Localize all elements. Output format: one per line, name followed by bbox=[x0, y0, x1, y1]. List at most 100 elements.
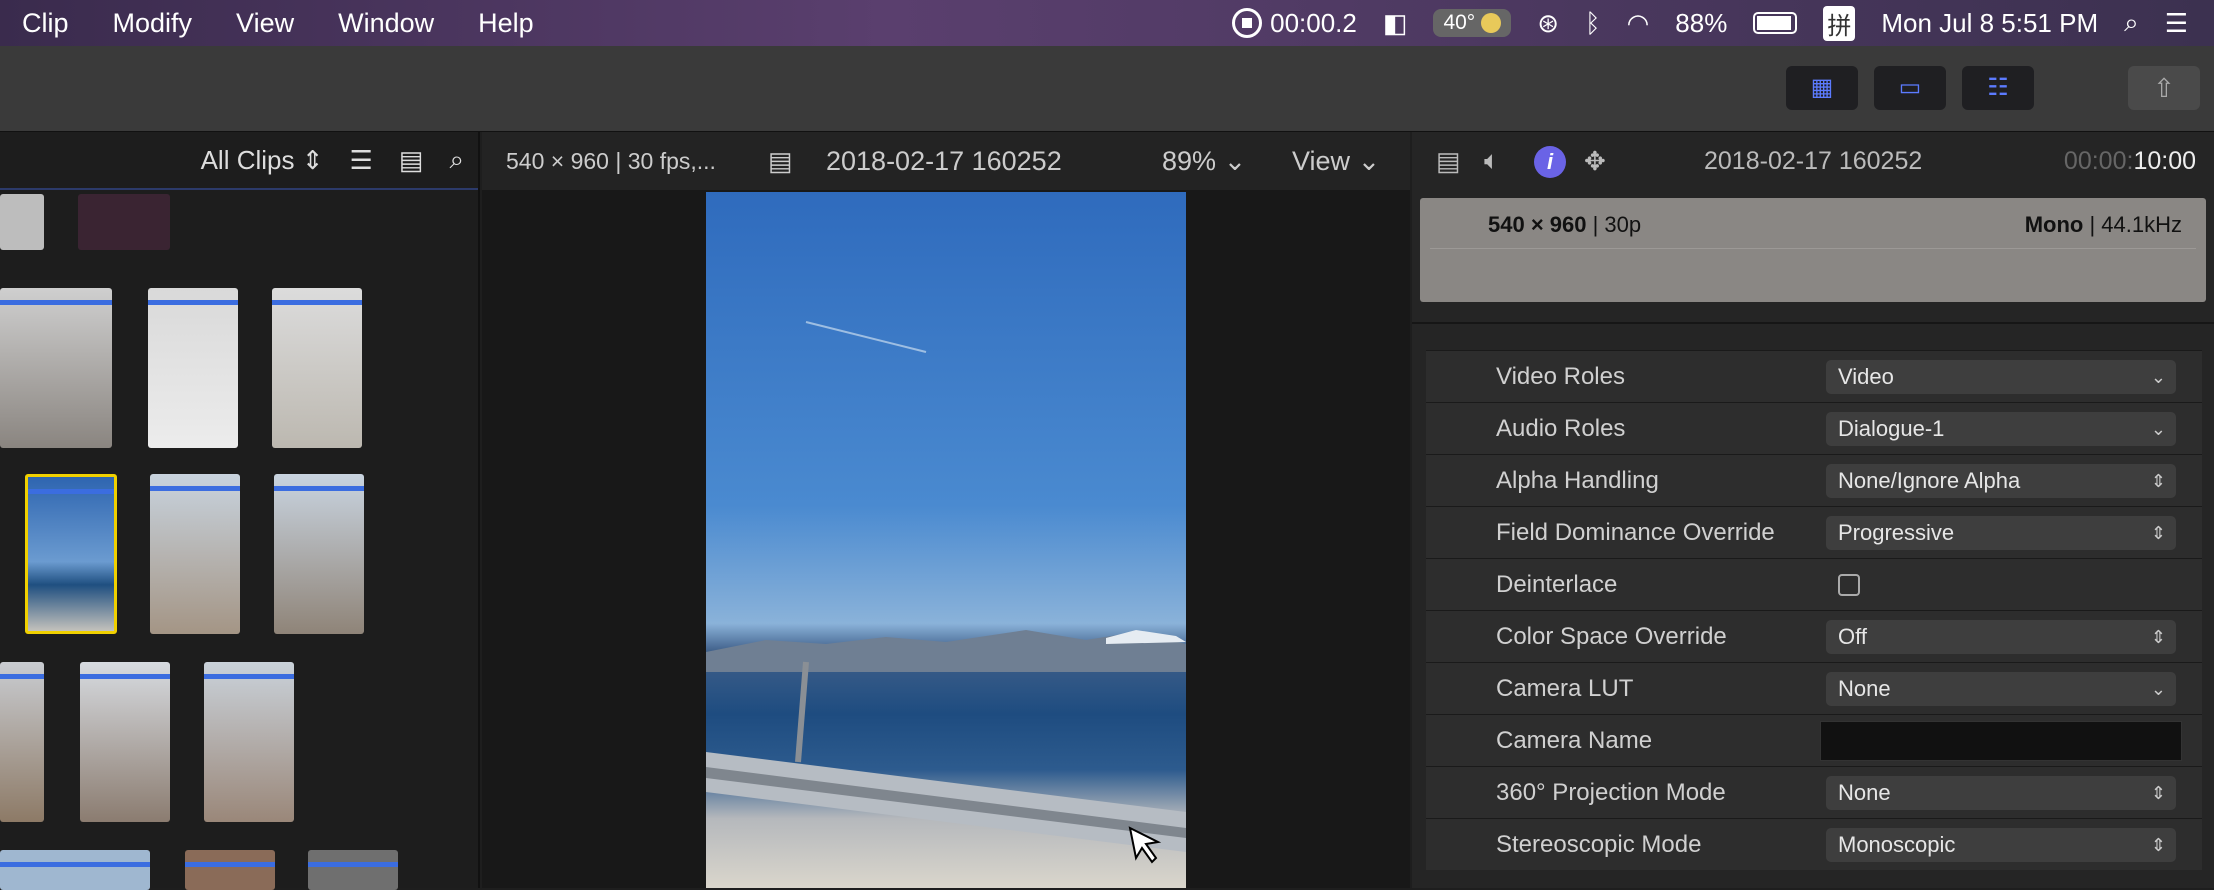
clip-thumbnail[interactable] bbox=[148, 288, 238, 448]
clip-thumbnail[interactable] bbox=[0, 662, 44, 822]
clip-browser: All Clips ⇕ ☰ ▤ ⌕ bbox=[0, 132, 480, 890]
clip-thumbnail[interactable] bbox=[80, 662, 170, 822]
chevron-down-icon: ⌄ bbox=[2150, 678, 2166, 699]
video-info: 540 × 960 | 30p bbox=[1488, 212, 1641, 238]
film-icon: ▤ bbox=[1436, 145, 1461, 176]
inspector-toggle-button[interactable]: ☷ bbox=[1962, 66, 2034, 110]
color-space-override-popup[interactable]: Off ⇕ bbox=[1826, 619, 2176, 654]
screen-recording-indicator[interactable]: 00:00.2 bbox=[1232, 8, 1357, 39]
app-status-icon[interactable]: ◧ bbox=[1383, 8, 1408, 39]
property-label: Field Dominance Override bbox=[1496, 518, 1775, 546]
clip-thumbnail[interactable] bbox=[274, 474, 364, 634]
clip-thumbnail-selected[interactable] bbox=[25, 474, 117, 634]
audio-roles-popup[interactable]: Dialogue-1 ⌄ bbox=[1826, 411, 2176, 446]
transform-inspector-tab[interactable]: ✥ bbox=[1584, 146, 1606, 177]
view-label: View bbox=[1292, 145, 1351, 176]
deinterlace-checkbox[interactable] bbox=[1838, 573, 1860, 596]
projection-mode-popup[interactable]: None ⇕ bbox=[1826, 775, 2176, 810]
popup-value: Video bbox=[1838, 363, 1894, 389]
sun-icon bbox=[1481, 13, 1502, 33]
speaker-icon: 🔈︎ bbox=[1484, 145, 1500, 175]
popup-value: Off bbox=[1838, 623, 1867, 649]
recording-time: 00:00.2 bbox=[1270, 7, 1357, 38]
property-label: Alpha Handling bbox=[1496, 466, 1659, 494]
viewer-header: 540 × 960 | 30 fps,... ▤ 2018-02-17 1602… bbox=[482, 132, 1410, 190]
audio-channels: Mono bbox=[2024, 212, 2084, 237]
menu-bar: Clip Modify View Window Help 00:00.2 ◧ 4… bbox=[0, 0, 2214, 46]
control-center-icon[interactable]: ☰ bbox=[2165, 8, 2188, 39]
property-label: Video Roles bbox=[1496, 362, 1625, 390]
info-inspector-tab[interactable]: i bbox=[1534, 146, 1566, 178]
video-rate: | 30p bbox=[1586, 212, 1642, 237]
search-icon[interactable]: ⌕ bbox=[449, 144, 464, 176]
view-menu[interactable]: View ⌄ bbox=[1292, 146, 1380, 177]
popup-value: None bbox=[1838, 675, 1891, 701]
timeline-toggle-button[interactable]: ▭ bbox=[1874, 66, 1946, 110]
battery-percent: 88% bbox=[1675, 7, 1728, 38]
video-roles-popup[interactable]: Video ⌄ bbox=[1826, 359, 2176, 394]
clip-thumbnail[interactable] bbox=[204, 662, 294, 822]
video-inspector-tab[interactable]: ▤ bbox=[1436, 146, 1461, 177]
camera-lut-popup[interactable]: None ⌄ bbox=[1826, 671, 2176, 706]
share-button[interactable]: ⇧ bbox=[2128, 66, 2200, 110]
chevron-down-icon: ⌄ bbox=[2150, 366, 2166, 387]
chevron-down-icon: ⌄ bbox=[1223, 145, 1247, 176]
audio-inspector-tab[interactable]: 🔈︎ bbox=[1484, 145, 1500, 177]
input-method-icon[interactable]: 拼 bbox=[1823, 5, 1856, 41]
camera-name-field[interactable] bbox=[1820, 720, 2182, 761]
field-dominance-popup[interactable]: Progressive ⇕ bbox=[1826, 515, 2176, 550]
clip-appearance-icon[interactable]: ▤ bbox=[399, 145, 424, 176]
menu-clip[interactable]: Clip bbox=[0, 8, 91, 39]
clip-thumbnail[interactable] bbox=[0, 288, 112, 448]
clip-thumbnail[interactable] bbox=[78, 194, 170, 250]
stereoscopic-mode-popup[interactable]: Monoscopic ⇕ bbox=[1826, 827, 2176, 862]
property-label: Camera Name bbox=[1496, 726, 1653, 754]
spotlight-search-icon[interactable]: ⌕ bbox=[2124, 7, 2139, 39]
property-row: 360° Projection Mode None ⇕ bbox=[1426, 766, 2202, 818]
property-row: Camera LUT None ⌄ bbox=[1426, 662, 2202, 714]
browser-toggle-button[interactable]: ▦ bbox=[1786, 66, 1858, 110]
wifi-icon[interactable]: ◠ bbox=[1627, 8, 1650, 39]
property-label: Stereoscopic Mode bbox=[1496, 830, 1702, 858]
filter-label: All Clips bbox=[200, 144, 295, 175]
creative-cloud-icon[interactable]: ⊛ bbox=[1537, 8, 1559, 39]
battery-icon[interactable] bbox=[1753, 12, 1798, 34]
updown-chevron-icon: ⇕ bbox=[2150, 522, 2166, 543]
clip-thumbnail[interactable] bbox=[0, 850, 150, 890]
menu-help[interactable]: Help bbox=[456, 8, 556, 39]
property-row: Camera Name bbox=[1426, 714, 2202, 766]
zoom-menu[interactable]: 89% ⌄ bbox=[1162, 146, 1246, 177]
list-view-icon[interactable]: ☰ bbox=[350, 145, 373, 176]
video-frame[interactable] bbox=[706, 192, 1186, 888]
clip-thumbnail[interactable] bbox=[185, 850, 275, 890]
inspector-clip-name: 2018-02-17 160252 bbox=[1704, 146, 1923, 175]
timecode-bright: 10:00 bbox=[2133, 146, 2196, 175]
clip-duration: 00:00:10:00 bbox=[2064, 147, 2196, 176]
chevron-down-icon: ⌄ bbox=[1357, 145, 1381, 176]
all-clips-filter[interactable]: All Clips ⇕ bbox=[201, 145, 324, 176]
format-info: 540 × 960 | 30 fps,... bbox=[506, 147, 716, 174]
clip-thumbnail[interactable] bbox=[0, 194, 44, 250]
clock[interactable]: Mon Jul 8 5:51 PM bbox=[1881, 8, 2098, 39]
menu-view[interactable]: View bbox=[214, 8, 316, 39]
filmstrip-icon: ▭ bbox=[1898, 74, 1922, 101]
menu-window[interactable]: Window bbox=[316, 8, 456, 39]
property-label: Color Space Override bbox=[1496, 622, 1727, 650]
property-row: Color Space Override Off ⇕ bbox=[1426, 610, 2202, 662]
property-row: Stereoscopic Mode Monoscopic ⇕ bbox=[1426, 818, 2202, 870]
audio-unit: kHz bbox=[2144, 212, 2182, 237]
clip-thumbnail[interactable] bbox=[150, 474, 240, 634]
property-label: Camera LUT bbox=[1496, 674, 1634, 702]
popup-value: None bbox=[1838, 779, 1891, 805]
property-row: Field Dominance Override Progressive ⇕ bbox=[1426, 506, 2202, 558]
share-icon: ⇧ bbox=[2153, 73, 2175, 103]
chevron-down-icon: ⌄ bbox=[2150, 418, 2166, 439]
weather-widget[interactable]: 40° bbox=[1433, 9, 1512, 37]
clip-thumbnail[interactable] bbox=[272, 288, 362, 448]
clip-thumbnail[interactable] bbox=[308, 850, 398, 890]
grid-icon: ▦ bbox=[1810, 74, 1834, 101]
property-row: Alpha Handling None/Ignore Alpha ⇕ bbox=[1426, 454, 2202, 506]
alpha-handling-popup[interactable]: None/Ignore Alpha ⇕ bbox=[1826, 463, 2176, 498]
menu-modify[interactable]: Modify bbox=[91, 8, 215, 39]
bluetooth-icon[interactable]: ᛒ bbox=[1585, 8, 1601, 39]
